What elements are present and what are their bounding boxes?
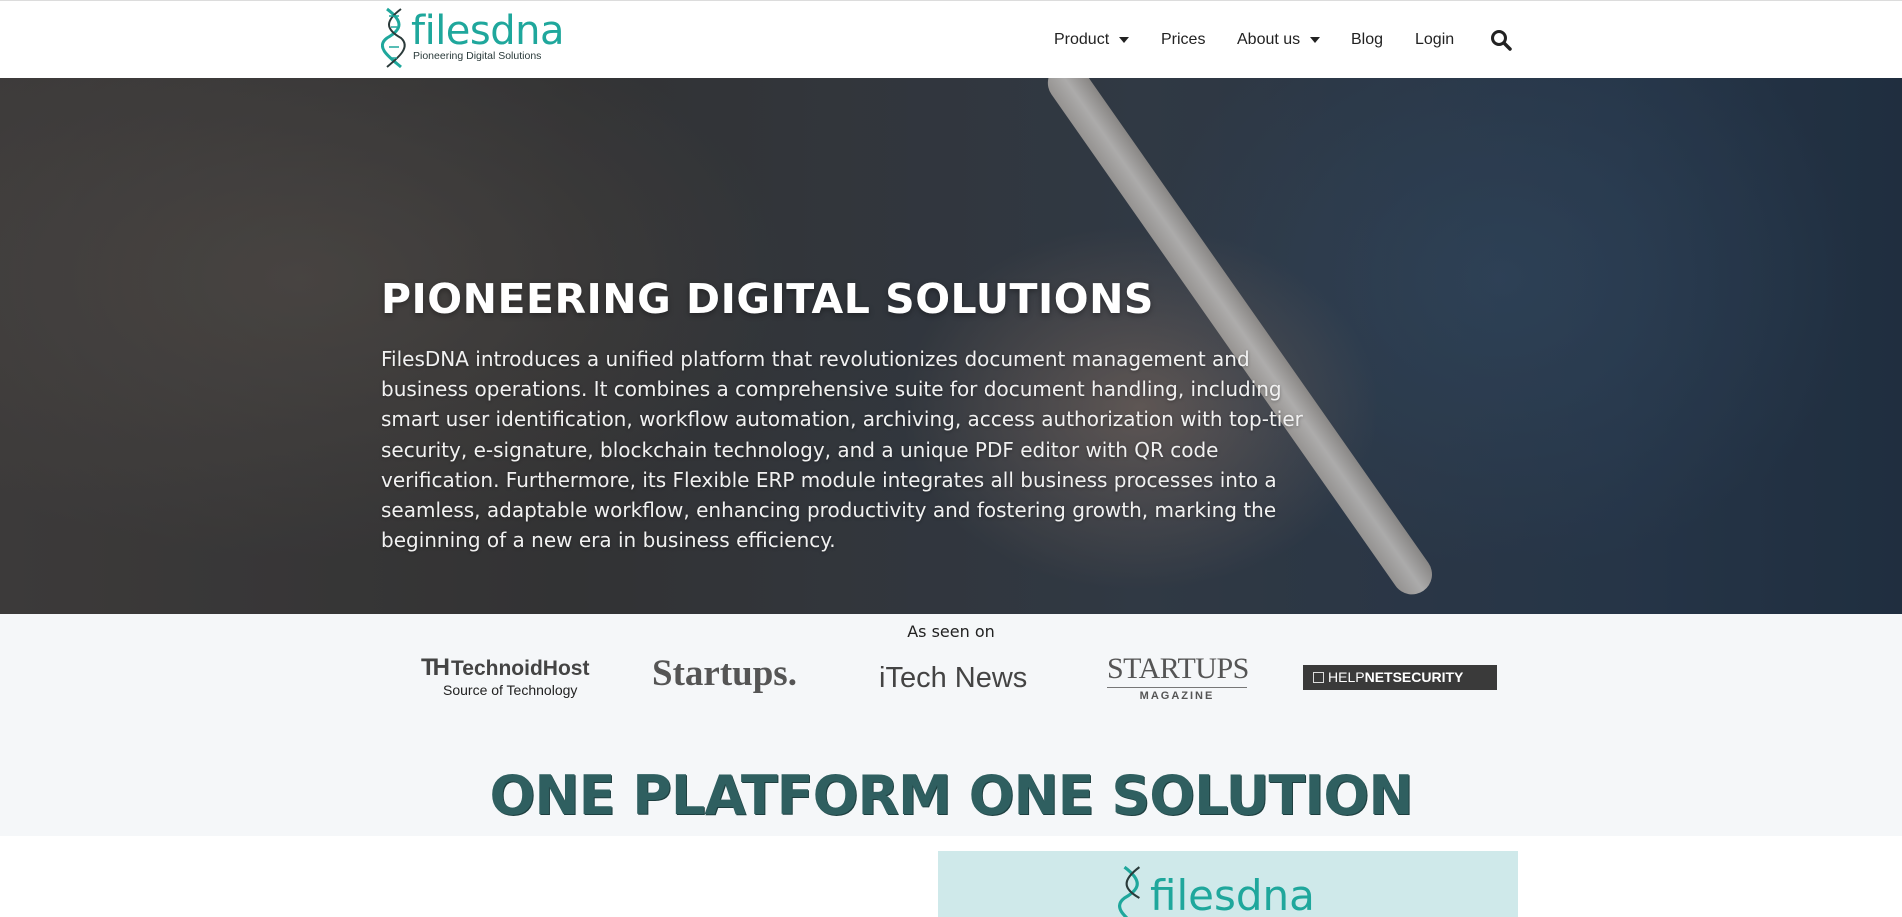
preview-wordmark: filesdna [1150,871,1315,917]
technoidhost-name: TechnoidHost [451,657,590,680]
square-icon [1313,672,1324,683]
nav-blog-label: Blog [1351,31,1384,48]
dna-logo-icon [1118,865,1141,917]
logo-wordmark: filesdna [411,8,565,54]
page: filesdna Pioneering Digital Solutions Pr… [0,0,1902,917]
site-header: filesdna Pioneering Digital Solutions Pr… [0,0,1902,78]
hero-description: FilesDNA introduces a unified platform t… [381,347,1303,553]
hero-title: PIONEERING DIGITAL SOLUTIONS [381,275,1154,323]
search-icon [1491,30,1512,51]
logo-tagline: Pioneering Digital Solutions [413,50,542,62]
startups-magazine-title: STARTUPS [1107,652,1249,685]
nav-login[interactable]: Login [1415,31,1454,49]
search-button[interactable] [1490,29,1514,53]
nav-prices[interactable]: Prices [1161,31,1205,49]
nav-login-label: Login [1415,31,1455,48]
technoidhost-tagline: Source of Technology [443,682,578,698]
nav-about-us-label: About us [1237,31,1301,48]
hero-banner: PIONEERING DIGITAL SOLUTIONS FilesDNA in… [0,78,1902,614]
section-title: ONE PLATFORM ONE SOLUTION [489,764,1413,827]
technoidhost-logo[interactable]: TH TechnoidHost Source of Technology [421,654,591,704]
helpnet-prefix: HELP [1328,669,1365,685]
logo[interactable]: filesdna Pioneering Digital Solutions [381,7,565,69]
nav-product-label: Product [1054,31,1110,48]
dna-logo-icon [381,7,406,69]
press-section: As seen on TH TechnoidHost Source of Tech… [0,614,1902,836]
startups-magazine-subtitle: MAGAZINE [1107,687,1247,702]
press-label: As seen on [907,622,995,641]
nav-blog[interactable]: Blog [1351,31,1383,49]
helpnet-security-logo[interactable]: HELPNETSECURITY [1303,665,1497,690]
startups-logo[interactable]: Startups. [652,652,812,702]
product-preview-image: filesdna [938,851,1518,917]
itech-news-logo[interactable]: iTech News [879,662,1029,712]
chevron-down-icon [1119,37,1130,43]
startups-magazine-logo[interactable]: STARTUPS MAGAZINE [1107,652,1249,704]
helpnet-suffix: NETSECURITY [1364,669,1464,685]
nav-product[interactable]: Product [1054,31,1130,49]
chevron-down-icon [1310,37,1321,43]
nav-about-us[interactable]: About us [1237,31,1321,49]
nav-prices-label: Prices [1161,31,1206,48]
